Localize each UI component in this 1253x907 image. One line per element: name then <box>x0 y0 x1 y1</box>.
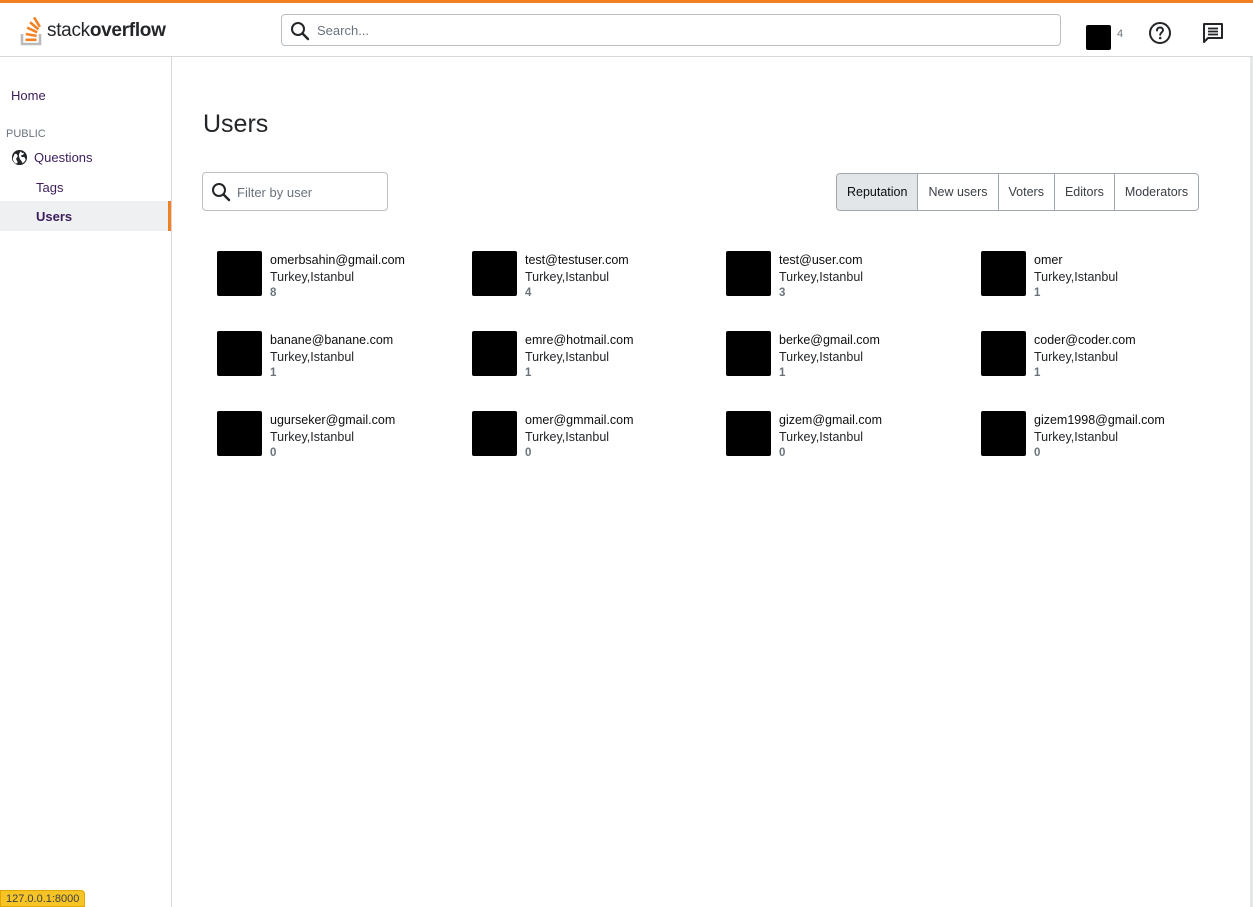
user-name-link[interactable]: test@user.com <box>779 253 863 267</box>
user-card: gizem1998@gmail.com Turkey,Istanbul 0 <box>981 411 1221 461</box>
user-reputation: 1 <box>1034 367 1041 379</box>
user-name-link[interactable]: omer <box>1034 253 1062 267</box>
sidebar-section-public: PUBLIC <box>6 128 46 140</box>
sidebar-item-questions[interactable]: Questions <box>11 148 93 166</box>
user-location: Turkey,Istanbul <box>270 350 355 364</box>
user-reputation: 1 <box>779 367 786 379</box>
user-reputation: 1 <box>270 367 277 379</box>
search-icon <box>212 183 231 202</box>
user-name-link[interactable]: gizem@gmail.com <box>779 413 882 427</box>
user-location: Turkey,Istanbul <box>270 430 355 444</box>
tab-new-users[interactable]: New users <box>917 174 998 210</box>
filter-box[interactable] <box>202 172 388 211</box>
user-avatar[interactable] <box>981 411 1026 456</box>
help-icon[interactable] <box>1148 21 1172 45</box>
inbox-icon[interactable] <box>1201 21 1225 45</box>
stackoverflow-logo[interactable]: stackoverflow <box>20 14 180 48</box>
sidebar-item-questions-label: Questions <box>34 149 93 165</box>
user-card: test@user.com Turkey,Istanbul 3 <box>726 251 966 301</box>
user-location: Turkey,Istanbul <box>525 270 610 284</box>
globe-icon <box>11 149 28 165</box>
user-name-link[interactable]: gizem1998@gmail.com <box>1034 413 1165 427</box>
user-location: Turkey,Istanbul <box>1034 430 1119 444</box>
user-reputation: 0 <box>779 447 786 459</box>
tab-voters[interactable]: Voters <box>997 174 1054 210</box>
user-card: omer@gmmail.com Turkey,Istanbul 0 <box>472 411 712 461</box>
user-avatar[interactable] <box>1086 25 1111 50</box>
user-location: Turkey,Istanbul <box>270 270 355 284</box>
search-input[interactable] <box>317 16 1047 44</box>
user-sort-tabs: Reputation New users Voters Editors Mode… <box>836 173 1200 211</box>
user-avatar[interactable] <box>472 411 517 456</box>
user-card: coder@coder.com Turkey,Istanbul 1 <box>981 331 1221 381</box>
search-bar[interactable] <box>281 14 1061 46</box>
user-avatar[interactable] <box>726 331 771 376</box>
user-name-link[interactable]: test@testuser.com <box>525 253 629 267</box>
top-bar: stackoverflow 4 <box>0 0 1253 57</box>
user-avatar[interactable] <box>726 251 771 296</box>
user-reputation: 0 <box>525 447 532 459</box>
user-card: omer Turkey,Istanbul 1 <box>981 251 1221 301</box>
user-location: Turkey,Istanbul <box>779 350 864 364</box>
user-avatar[interactable] <box>217 331 262 376</box>
user-reputation: 1 <box>1034 287 1041 299</box>
user-avatar[interactable] <box>217 411 262 456</box>
user-location: Turkey,Istanbul <box>1034 270 1119 284</box>
user-reputation: 0 <box>1034 447 1041 459</box>
user-reputation: 4 <box>1117 28 1124 40</box>
user-avatar[interactable] <box>981 331 1026 376</box>
left-sidebar: Home PUBLIC Questions Tags Users <box>0 57 172 907</box>
user-location: Turkey,Istanbul <box>525 350 610 364</box>
sidebar-item-tags[interactable]: Tags <box>36 180 63 195</box>
user-card: berke@gmail.com Turkey,Istanbul 1 <box>726 331 966 381</box>
user-name-link[interactable]: omer@gmmail.com <box>525 413 634 427</box>
user-location: Turkey,Istanbul <box>779 270 864 284</box>
user-card: omerbsahin@gmail.com Turkey,Istanbul 8 <box>217 251 457 301</box>
browser-status-url: 127.0.0.1:8000 <box>0 890 86 907</box>
logo-text-light: stack <box>47 20 90 41</box>
tab-moderators[interactable]: Moderators <box>1113 174 1199 210</box>
user-reputation: 8 <box>270 287 277 299</box>
user-reputation: 3 <box>779 287 786 299</box>
user-card: test@testuser.com Turkey,Istanbul 4 <box>472 251 712 301</box>
user-reputation: 4 <box>525 287 532 299</box>
sidebar-item-users[interactable]: Users <box>0 201 171 231</box>
user-name-link[interactable]: emre@hotmail.com <box>525 333 634 347</box>
user-avatar[interactable] <box>726 411 771 456</box>
user-card: gizem@gmail.com Turkey,Istanbul 0 <box>726 411 966 461</box>
user-location: Turkey,Istanbul <box>1034 350 1119 364</box>
user-avatar[interactable] <box>217 251 262 296</box>
filter-input[interactable] <box>237 179 382 205</box>
user-card: banane@banane.com Turkey,Istanbul 1 <box>217 331 457 381</box>
user-location: Turkey,Istanbul <box>525 430 610 444</box>
user-location: Turkey,Istanbul <box>779 430 864 444</box>
user-name-link[interactable]: ugurseker@gmail.com <box>270 413 395 427</box>
page-title: Users <box>203 110 269 138</box>
user-avatar[interactable] <box>472 331 517 376</box>
user-name-link[interactable]: omerbsahin@gmail.com <box>270 253 405 267</box>
user-reputation: 0 <box>270 447 277 459</box>
logo-icon <box>20 16 42 46</box>
user-card: ugurseker@gmail.com Turkey,Istanbul 0 <box>217 411 457 461</box>
sidebar-item-home[interactable]: Home <box>11 88 46 103</box>
user-avatar[interactable] <box>981 251 1026 296</box>
logo-text-bold: overflow <box>89 20 166 41</box>
user-name-link[interactable]: coder@coder.com <box>1034 333 1136 347</box>
logo-text: stackoverflow <box>47 20 166 42</box>
user-name-link[interactable]: berke@gmail.com <box>779 333 880 347</box>
user-card: emre@hotmail.com Turkey,Istanbul 1 <box>472 331 712 381</box>
user-avatar[interactable] <box>472 251 517 296</box>
user-name-link[interactable]: banane@banane.com <box>270 333 393 347</box>
user-reputation: 1 <box>525 367 532 379</box>
search-icon <box>291 22 310 41</box>
tab-editors[interactable]: Editors <box>1053 174 1114 210</box>
tab-reputation[interactable]: Reputation <box>837 174 918 210</box>
